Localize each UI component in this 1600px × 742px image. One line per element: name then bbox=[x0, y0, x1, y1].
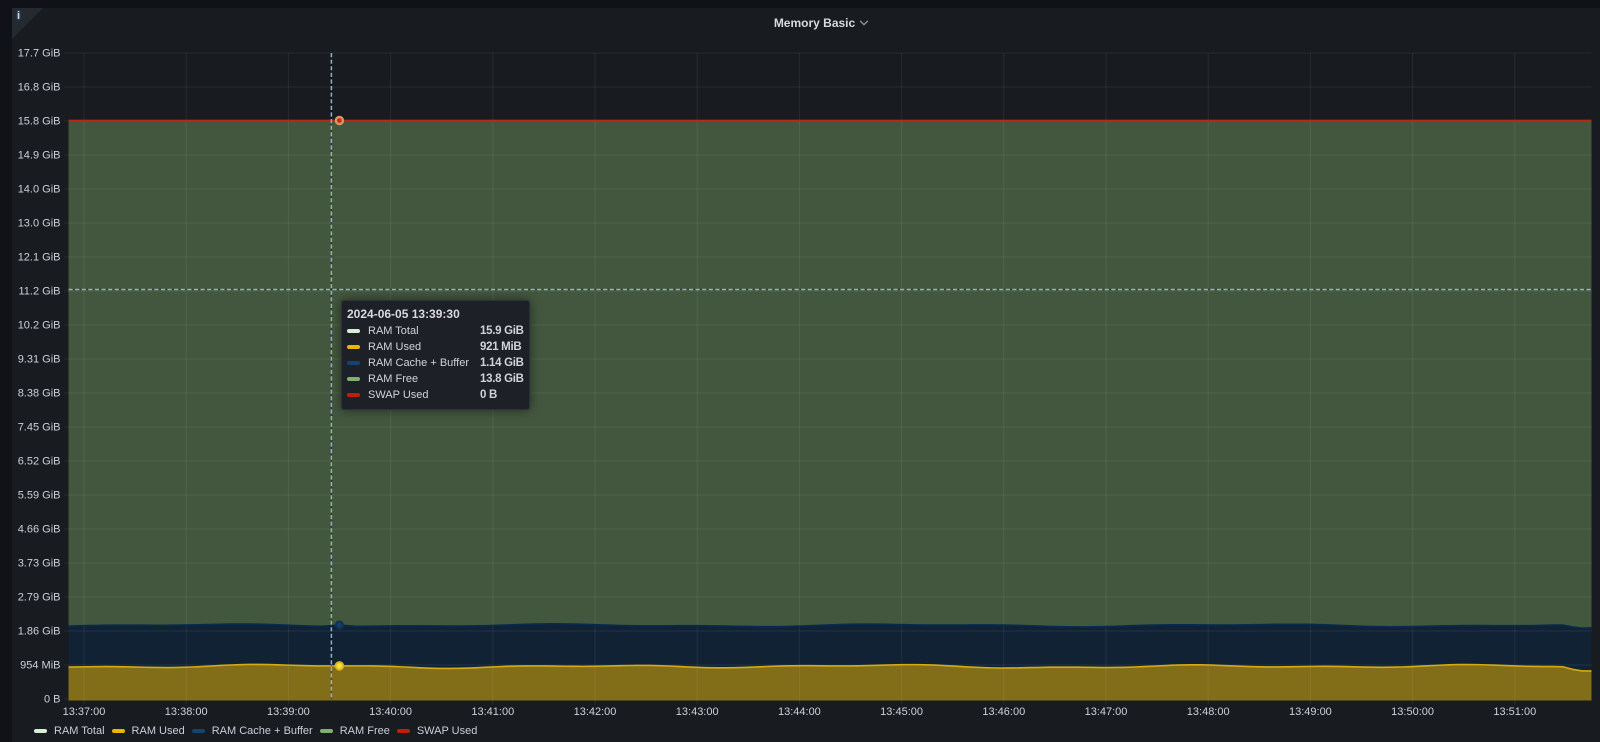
svg-text:8.38 GiB: 8.38 GiB bbox=[18, 388, 61, 400]
svg-text:13:40:00: 13:40:00 bbox=[369, 706, 412, 718]
svg-text:13:48:00: 13:48:00 bbox=[1187, 706, 1230, 718]
svg-text:10.2 GiB: 10.2 GiB bbox=[18, 320, 61, 332]
svg-text:15.8 GiB: 15.8 GiB bbox=[18, 116, 61, 128]
svg-text:16.8 GiB: 16.8 GiB bbox=[18, 82, 61, 94]
svg-text:13:47:00: 13:47:00 bbox=[1085, 706, 1128, 718]
svg-text:14.0 GiB: 14.0 GiB bbox=[18, 184, 61, 196]
svg-text:13:50:00: 13:50:00 bbox=[1391, 706, 1434, 718]
svg-text:17.7 GiB: 17.7 GiB bbox=[18, 48, 61, 60]
svg-text:13:49:00: 13:49:00 bbox=[1289, 706, 1332, 718]
svg-text:954 MiB: 954 MiB bbox=[20, 660, 60, 672]
svg-text:9.31 GiB: 9.31 GiB bbox=[18, 354, 61, 366]
svg-text:13:37:00: 13:37:00 bbox=[63, 706, 106, 718]
svg-text:3.73 GiB: 3.73 GiB bbox=[18, 558, 61, 570]
svg-text:11.2 GiB: 11.2 GiB bbox=[19, 286, 61, 298]
svg-text:13:38:00: 13:38:00 bbox=[165, 706, 208, 718]
svg-text:14.9 GiB: 14.9 GiB bbox=[18, 150, 61, 162]
svg-text:13:39:00: 13:39:00 bbox=[267, 706, 310, 718]
svg-text:7.45 GiB: 7.45 GiB bbox=[18, 422, 61, 434]
svg-text:4.66 GiB: 4.66 GiB bbox=[18, 524, 61, 536]
svg-text:13:41:00: 13:41:00 bbox=[471, 706, 514, 718]
svg-text:1.86 GiB: 1.86 GiB bbox=[18, 626, 61, 638]
svg-text:13:46:00: 13:46:00 bbox=[982, 706, 1025, 718]
svg-text:13:43:00: 13:43:00 bbox=[676, 706, 719, 718]
svg-text:13:44:00: 13:44:00 bbox=[778, 706, 821, 718]
svg-text:6.52 GiB: 6.52 GiB bbox=[18, 456, 61, 468]
svg-text:5.59 GiB: 5.59 GiB bbox=[18, 490, 61, 502]
svg-text:2.79 GiB: 2.79 GiB bbox=[18, 592, 61, 604]
svg-text:12.1 GiB: 12.1 GiB bbox=[18, 252, 61, 264]
svg-text:13:42:00: 13:42:00 bbox=[574, 706, 617, 718]
svg-text:0 B: 0 B bbox=[44, 694, 61, 706]
svg-text:13:45:00: 13:45:00 bbox=[880, 706, 923, 718]
svg-text:13:51:00: 13:51:00 bbox=[1493, 706, 1536, 718]
svg-text:13.0 GiB: 13.0 GiB bbox=[18, 218, 61, 230]
